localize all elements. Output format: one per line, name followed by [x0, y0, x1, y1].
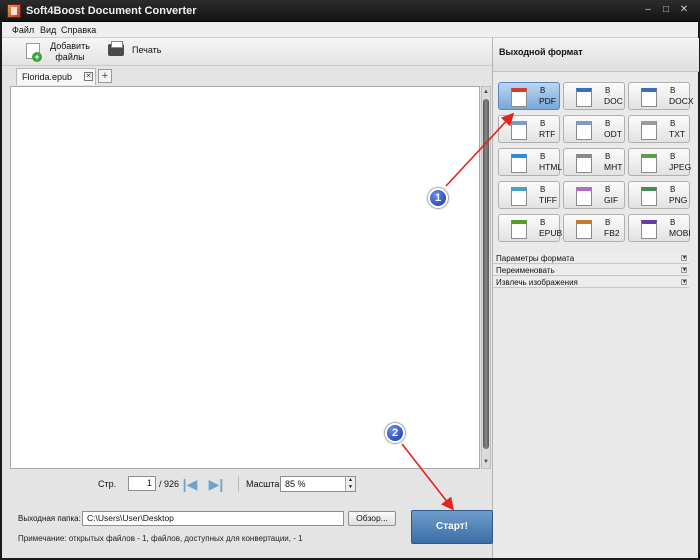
annotation-overlay: [401, 112, 515, 511]
step-2-badge: 2: [385, 423, 405, 443]
arrow-to-start: [401, 443, 454, 511]
arrow-to-pdf: [445, 112, 515, 187]
step-1-badge: 1: [428, 188, 448, 208]
